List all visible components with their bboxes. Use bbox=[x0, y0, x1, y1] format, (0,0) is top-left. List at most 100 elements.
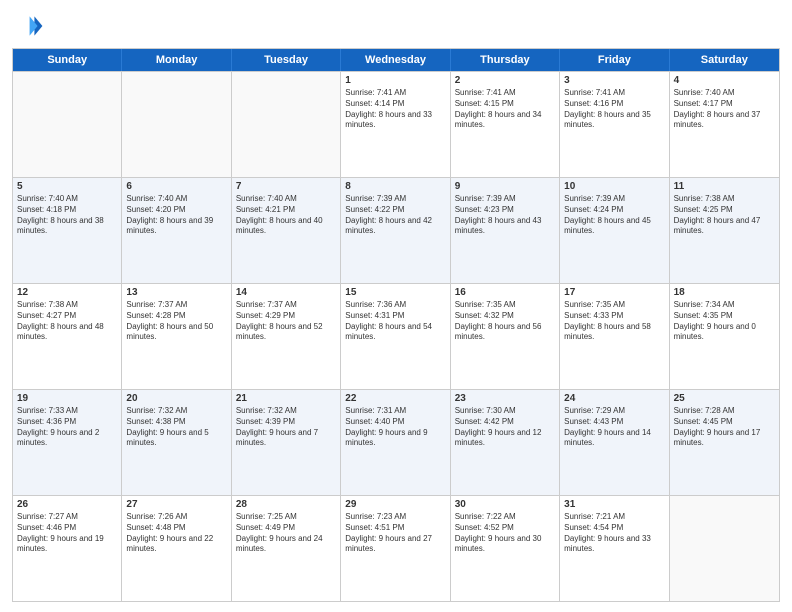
cell-info: Sunrise: 7:28 AM Sunset: 4:45 PM Dayligh… bbox=[674, 406, 775, 449]
cal-cell: 24 Sunrise: 7:29 AM Sunset: 4:43 PM Dayli… bbox=[560, 390, 669, 495]
cal-cell: 26 Sunrise: 7:27 AM Sunset: 4:46 PM Dayli… bbox=[13, 496, 122, 601]
header-day-wednesday: Wednesday bbox=[341, 49, 450, 71]
cal-cell: 17 Sunrise: 7:35 AM Sunset: 4:33 PM Dayli… bbox=[560, 284, 669, 389]
cell-info: Sunrise: 7:41 AM Sunset: 4:16 PM Dayligh… bbox=[564, 88, 664, 131]
cal-cell: 3 Sunrise: 7:41 AM Sunset: 4:16 PM Daylig… bbox=[560, 72, 669, 177]
cell-info: Sunrise: 7:34 AM Sunset: 4:35 PM Dayligh… bbox=[674, 300, 775, 343]
cell-info: Sunrise: 7:41 AM Sunset: 4:14 PM Dayligh… bbox=[345, 88, 445, 131]
cal-cell: 23Sunrise: 7:30 AM Sunset: 4:42 PM Dayli… bbox=[451, 390, 560, 495]
cell-info: Sunrise: 7:40 AM Sunset: 4:20 PM Dayligh… bbox=[126, 194, 226, 237]
cal-cell: 14 Sunrise: 7:37 AM Sunset: 4:29 PM Dayli… bbox=[232, 284, 341, 389]
cell-info: Sunrise: 7:40 AM Sunset: 4:21 PM Dayligh… bbox=[236, 194, 336, 237]
cell-date: 12 bbox=[17, 287, 117, 298]
header-day-monday: Monday bbox=[122, 49, 231, 71]
cal-cell: 8 Sunrise: 7:39 AM Sunset: 4:22 PM Daylig… bbox=[341, 178, 450, 283]
cal-cell bbox=[232, 72, 341, 177]
cell-date: 25 bbox=[674, 393, 775, 404]
cal-cell: 12 Sunrise: 7:38 AM Sunset: 4:27 PM Dayli… bbox=[13, 284, 122, 389]
cell-info: Sunrise: 7:25 AM Sunset: 4:49 PM Dayligh… bbox=[236, 512, 336, 555]
cell-date: 23 bbox=[455, 393, 555, 404]
calendar-header: SundayMondayTuesdayWednesdayThursdayFrid… bbox=[13, 49, 779, 71]
cal-cell bbox=[122, 72, 231, 177]
cell-date: 3 bbox=[564, 75, 664, 86]
page: SundayMondayTuesdayWednesdayThursdayFrid… bbox=[0, 0, 792, 612]
header bbox=[12, 10, 780, 42]
cal-row-1: 5 Sunrise: 7:40 AM Sunset: 4:18 PM Daylig… bbox=[13, 177, 779, 283]
cal-row-3: 19 Sunrise: 7:33 AM Sunset: 4:36 PM Dayli… bbox=[13, 389, 779, 495]
logo-icon bbox=[12, 10, 44, 42]
cal-cell: 13 Sunrise: 7:37 AM Sunset: 4:28 PM Dayli… bbox=[122, 284, 231, 389]
cal-cell bbox=[13, 72, 122, 177]
cal-cell: 31Sunrise: 7:21 AM Sunset: 4:54 PM Dayli… bbox=[560, 496, 669, 601]
cell-date: 6 bbox=[126, 181, 226, 192]
cell-info: Sunrise: 7:37 AM Sunset: 4:29 PM Dayligh… bbox=[236, 300, 336, 343]
cell-date: 8 bbox=[345, 181, 445, 192]
cell-date: 22 bbox=[345, 393, 445, 404]
cal-cell: 4 Sunrise: 7:40 AM Sunset: 4:17 PM Daylig… bbox=[670, 72, 779, 177]
cell-date: 9 bbox=[455, 181, 555, 192]
cell-info: Sunrise: 7:37 AM Sunset: 4:28 PM Dayligh… bbox=[126, 300, 226, 343]
cell-date: 2 bbox=[455, 75, 555, 86]
cell-info: Sunrise: 7:40 AM Sunset: 4:17 PM Dayligh… bbox=[674, 88, 775, 131]
cell-info: Sunrise: 7:40 AM Sunset: 4:18 PM Dayligh… bbox=[17, 194, 117, 237]
cell-date: 26 bbox=[17, 499, 117, 510]
cell-date: 27 bbox=[126, 499, 226, 510]
cal-cell: 1 Sunrise: 7:41 AM Sunset: 4:14 PM Daylig… bbox=[341, 72, 450, 177]
logo bbox=[12, 10, 48, 42]
cell-date: 18 bbox=[674, 287, 775, 298]
cell-date: 7 bbox=[236, 181, 336, 192]
cal-cell: 28 Sunrise: 7:25 AM Sunset: 4:49 PM Dayli… bbox=[232, 496, 341, 601]
cell-date: 5 bbox=[17, 181, 117, 192]
cell-date: 24 bbox=[564, 393, 664, 404]
cell-date: 1 bbox=[345, 75, 445, 86]
cell-date: 21 bbox=[236, 393, 336, 404]
cal-cell: 16 Sunrise: 7:35 AM Sunset: 4:32 PM Dayli… bbox=[451, 284, 560, 389]
cal-cell: 30Sunrise: 7:22 AM Sunset: 4:52 PM Dayli… bbox=[451, 496, 560, 601]
cell-info: Sunrise: 7:33 AM Sunset: 4:36 PM Dayligh… bbox=[17, 406, 117, 449]
cell-info: Sunrise: 7:39 AM Sunset: 4:22 PM Dayligh… bbox=[345, 194, 445, 237]
cell-info: Sunrise: 7:26 AM Sunset: 4:48 PM Dayligh… bbox=[126, 512, 226, 555]
header-day-saturday: Saturday bbox=[670, 49, 779, 71]
calendar-body: 1 Sunrise: 7:41 AM Sunset: 4:14 PM Daylig… bbox=[13, 71, 779, 601]
cell-info: Sunrise: 7:35 AM Sunset: 4:32 PM Dayligh… bbox=[455, 300, 555, 343]
cell-info: Sunrise: 7:27 AM Sunset: 4:46 PM Dayligh… bbox=[17, 512, 117, 555]
cell-date: 11 bbox=[674, 181, 775, 192]
cal-row-0: 1 Sunrise: 7:41 AM Sunset: 4:14 PM Daylig… bbox=[13, 71, 779, 177]
cell-info: Sunrise: 7:39 AM Sunset: 4:24 PM Dayligh… bbox=[564, 194, 664, 237]
cell-date: 10 bbox=[564, 181, 664, 192]
cal-cell: 20Sunrise: 7:32 AM Sunset: 4:38 PM Dayli… bbox=[122, 390, 231, 495]
cell-info: Sunrise: 7:22 AM Sunset: 4:52 PM Dayligh… bbox=[455, 512, 555, 555]
cell-date: 16 bbox=[455, 287, 555, 298]
header-day-sunday: Sunday bbox=[13, 49, 122, 71]
cal-cell: 15Sunrise: 7:36 AM Sunset: 4:31 PM Dayli… bbox=[341, 284, 450, 389]
cell-info: Sunrise: 7:21 AM Sunset: 4:54 PM Dayligh… bbox=[564, 512, 664, 555]
calendar: SundayMondayTuesdayWednesdayThursdayFrid… bbox=[12, 48, 780, 602]
cal-cell: 22Sunrise: 7:31 AM Sunset: 4:40 PM Dayli… bbox=[341, 390, 450, 495]
cell-date: 28 bbox=[236, 499, 336, 510]
cal-cell: 19 Sunrise: 7:33 AM Sunset: 4:36 PM Dayli… bbox=[13, 390, 122, 495]
cell-date: 13 bbox=[126, 287, 226, 298]
cal-cell: 25 Sunrise: 7:28 AM Sunset: 4:45 PM Dayli… bbox=[670, 390, 779, 495]
cal-row-2: 12 Sunrise: 7:38 AM Sunset: 4:27 PM Dayli… bbox=[13, 283, 779, 389]
header-day-friday: Friday bbox=[560, 49, 669, 71]
cell-date: 14 bbox=[236, 287, 336, 298]
cell-date: 17 bbox=[564, 287, 664, 298]
cell-date: 19 bbox=[17, 393, 117, 404]
cal-cell: 5 Sunrise: 7:40 AM Sunset: 4:18 PM Daylig… bbox=[13, 178, 122, 283]
cell-info: Sunrise: 7:32 AM Sunset: 4:38 PM Dayligh… bbox=[126, 406, 226, 449]
cell-info: Sunrise: 7:35 AM Sunset: 4:33 PM Dayligh… bbox=[564, 300, 664, 343]
cell-info: Sunrise: 7:36 AM Sunset: 4:31 PM Dayligh… bbox=[345, 300, 445, 343]
cal-cell: 10 Sunrise: 7:39 AM Sunset: 4:24 PM Dayli… bbox=[560, 178, 669, 283]
cal-cell: 7 Sunrise: 7:40 AM Sunset: 4:21 PM Daylig… bbox=[232, 178, 341, 283]
cell-info: Sunrise: 7:38 AM Sunset: 4:27 PM Dayligh… bbox=[17, 300, 117, 343]
cell-date: 29 bbox=[345, 499, 445, 510]
header-day-thursday: Thursday bbox=[451, 49, 560, 71]
cell-info: Sunrise: 7:29 AM Sunset: 4:43 PM Dayligh… bbox=[564, 406, 664, 449]
cal-row-4: 26 Sunrise: 7:27 AM Sunset: 4:46 PM Dayli… bbox=[13, 495, 779, 601]
cell-date: 4 bbox=[674, 75, 775, 86]
cell-info: Sunrise: 7:38 AM Sunset: 4:25 PM Dayligh… bbox=[674, 194, 775, 237]
cal-cell: 11 Sunrise: 7:38 AM Sunset: 4:25 PM Dayli… bbox=[670, 178, 779, 283]
cal-cell: 2Sunrise: 7:41 AM Sunset: 4:15 PM Daylig… bbox=[451, 72, 560, 177]
cal-cell: 6 Sunrise: 7:40 AM Sunset: 4:20 PM Daylig… bbox=[122, 178, 231, 283]
cell-info: Sunrise: 7:39 AM Sunset: 4:23 PM Dayligh… bbox=[455, 194, 555, 237]
